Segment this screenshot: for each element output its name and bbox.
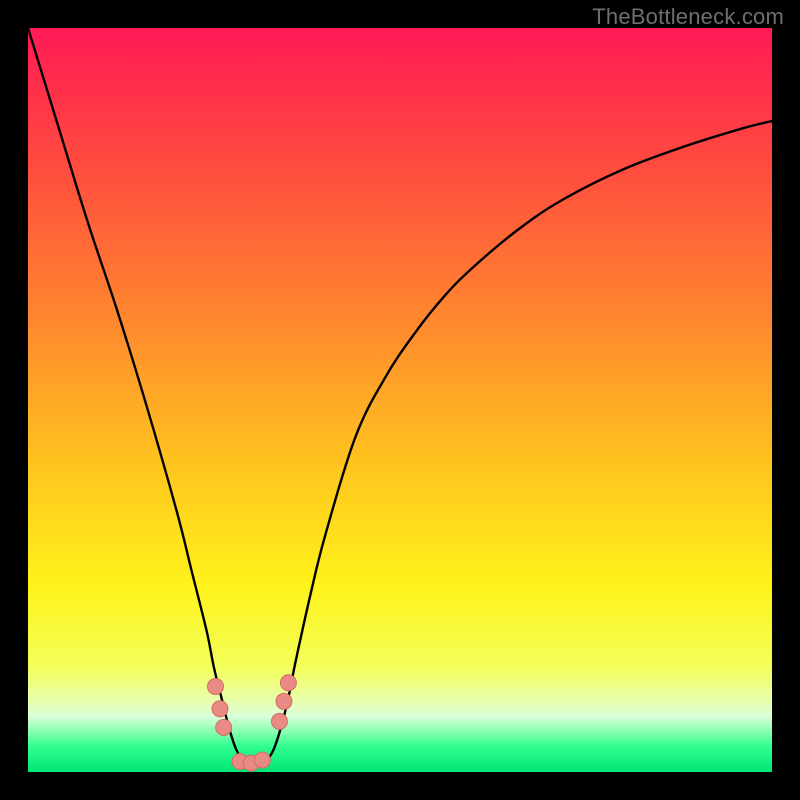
gradient-background xyxy=(28,28,772,772)
curve-marker xyxy=(254,752,270,768)
curve-marker xyxy=(271,713,287,729)
outer-frame: TheBottleneck.com xyxy=(0,0,800,800)
chart-svg xyxy=(28,28,772,772)
curve-marker xyxy=(216,719,232,735)
watermark-text: TheBottleneck.com xyxy=(592,4,784,30)
curve-marker xyxy=(276,693,292,709)
curve-marker xyxy=(207,678,223,694)
plot-area xyxy=(28,28,772,772)
curve-marker xyxy=(280,675,296,691)
curve-marker xyxy=(212,701,228,717)
